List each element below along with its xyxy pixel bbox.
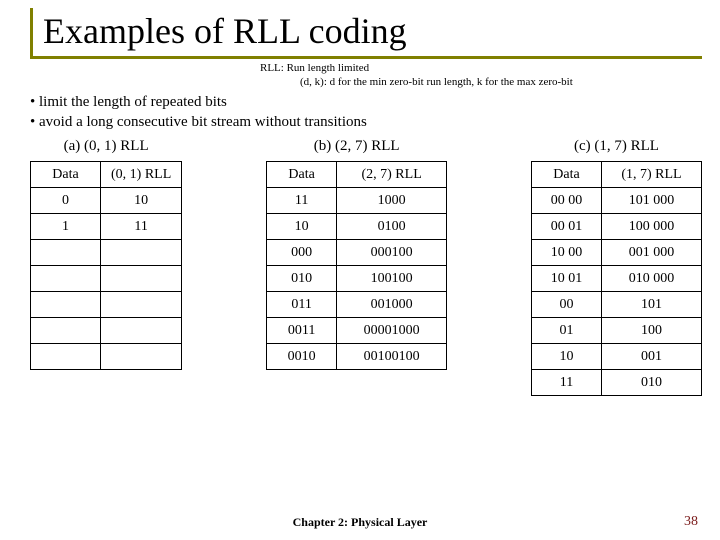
table-row: Data(2, 7) RLL — [267, 162, 447, 188]
table-row — [31, 266, 182, 292]
table-row: 00101 — [531, 292, 701, 318]
table-b-h2: (2, 7) RLL — [337, 162, 447, 188]
slide: Examples of RLL coding RLL: Run length l… — [0, 0, 720, 540]
table-b-caption: (b) (2, 7) RLL — [314, 138, 400, 155]
page-number: 38 — [684, 514, 698, 530]
table-a-h1: Data — [31, 162, 101, 188]
table-row: 11010 — [531, 370, 701, 396]
table-row — [31, 318, 182, 344]
table-row: 10 01010 000 — [531, 266, 701, 292]
table-row: 100100 — [267, 214, 447, 240]
table-row: Data(0, 1) RLL — [31, 162, 182, 188]
table-c-h2: (1, 7) RLL — [601, 162, 701, 188]
table-c-block: (c) (1, 7) RLL Data(1, 7) RLL 00 00101 0… — [531, 138, 702, 396]
table-row: 111 — [31, 214, 182, 240]
table-row: 111000 — [267, 188, 447, 214]
table-row: 001000100100 — [267, 344, 447, 370]
title-rule: Examples of RLL coding — [30, 8, 702, 59]
table-row — [31, 292, 182, 318]
table-b: Data(2, 7) RLL 111000 100100 000000100 0… — [266, 161, 447, 370]
table-c-caption: (c) (1, 7) RLL — [574, 138, 659, 155]
table-row: Data(1, 7) RLL — [531, 162, 701, 188]
table-row — [31, 344, 182, 370]
rll-def-line2: (d, k): d for the min zero-bit run lengt… — [300, 75, 702, 89]
table-c-h1: Data — [531, 162, 601, 188]
bullet-1: • limit the length of repeated bits — [30, 92, 702, 112]
table-b-block: (b) (2, 7) RLL Data(2, 7) RLL 111000 100… — [266, 138, 447, 370]
table-b-h1: Data — [267, 162, 337, 188]
table-a-caption: (a) (0, 1) RLL — [64, 138, 149, 155]
table-c: Data(1, 7) RLL 00 00101 000 00 01100 000… — [531, 161, 702, 396]
table-a-block: (a) (0, 1) RLL Data(0, 1) RLL 010 111 — [30, 138, 182, 370]
table-row: 00 01100 000 — [531, 214, 701, 240]
bullet-list: • limit the length of repeated bits • av… — [30, 92, 702, 133]
footer-chapter: Chapter 2: Physical Layer — [0, 515, 720, 530]
table-a: Data(0, 1) RLL 010 111 — [30, 161, 182, 370]
table-row: 011001000 — [267, 292, 447, 318]
tables-row: (a) (0, 1) RLL Data(0, 1) RLL 010 111 (b… — [30, 138, 702, 396]
table-row: 10001 — [531, 344, 701, 370]
table-row: 00 00101 000 — [531, 188, 701, 214]
table-row — [31, 240, 182, 266]
table-row: 001100001000 — [267, 318, 447, 344]
table-row: 10 00001 000 — [531, 240, 701, 266]
slide-title: Examples of RLL coding — [43, 10, 702, 52]
table-row: 000000100 — [267, 240, 447, 266]
bullet-2: • avoid a long consecutive bit stream wi… — [30, 112, 702, 132]
table-row: 01100 — [531, 318, 701, 344]
table-row: 010 — [31, 188, 182, 214]
table-row: 010100100 — [267, 266, 447, 292]
table-a-h2: (0, 1) RLL — [101, 162, 182, 188]
rll-def-line1: RLL: Run length limited — [260, 61, 702, 75]
rll-definition: RLL: Run length limited (d, k): d for th… — [260, 61, 702, 90]
